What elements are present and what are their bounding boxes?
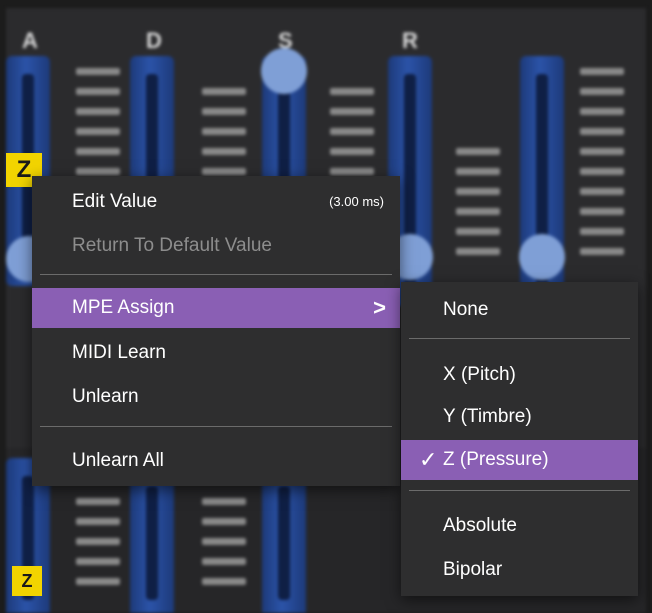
menu-item-unlearn-all[interactable]: Unlearn All	[32, 441, 400, 481]
column-label-a: A	[22, 28, 38, 53]
submenu-item-x-pitch[interactable]: X (Pitch)	[401, 355, 638, 395]
mpe-pressure-badge[interactable]: Z	[12, 566, 42, 596]
column-label-d: D	[146, 28, 162, 53]
menu-item-label: Bipolar	[443, 559, 503, 580]
extra-slider-knob[interactable]	[519, 234, 565, 280]
menu-item-label: Unlearn	[72, 386, 139, 407]
tick-marks	[580, 68, 624, 268]
chevron-right-icon: >	[373, 295, 386, 320]
menu-item-return-to-default: Return To Default Value	[32, 226, 400, 266]
menu-separator	[409, 490, 630, 491]
menu-item-edit-value[interactable]: Edit Value (3.00 ms)	[32, 182, 400, 222]
menu-item-mpe-assign[interactable]: MPE Assign >	[32, 288, 400, 328]
menu-item-label: Edit Value	[72, 191, 158, 212]
context-menu: Edit Value (3.00 ms) Return To Default V…	[32, 176, 400, 486]
menu-item-label: Y (Timbre)	[443, 406, 532, 427]
submenu-item-z-pressure[interactable]: ✓ Z (Pressure)	[401, 440, 638, 480]
menu-item-label: Unlearn All	[72, 450, 164, 471]
menu-separator	[40, 274, 392, 275]
lower-slider[interactable]	[130, 468, 174, 613]
menu-separator	[409, 338, 630, 339]
tick-marks	[76, 498, 120, 598]
checkmark-icon: ✓	[419, 447, 438, 472]
tick-marks	[202, 498, 246, 598]
menu-item-unlearn[interactable]: Unlearn	[32, 377, 400, 417]
submenu-item-y-timbre[interactable]: Y (Timbre)	[401, 397, 638, 437]
menu-item-label: X (Pitch)	[443, 364, 516, 385]
menu-item-label: MIDI Learn	[72, 342, 166, 363]
menu-item-midi-learn[interactable]: MIDI Learn	[32, 333, 400, 373]
submenu-item-none[interactable]: None	[401, 290, 638, 330]
menu-item-label: Absolute	[443, 515, 517, 536]
menu-item-label: Z (Pressure)	[443, 449, 549, 470]
menu-item-label: Return To Default Value	[72, 235, 272, 256]
menu-separator	[40, 426, 392, 427]
tick-marks	[456, 148, 500, 268]
column-label-r: R	[402, 28, 418, 53]
submenu-item-bipolar[interactable]: Bipolar	[401, 550, 638, 590]
menu-item-label: None	[443, 299, 489, 320]
lower-slider[interactable]	[262, 468, 306, 613]
mpe-assign-submenu: None X (Pitch) Y (Timbre) ✓ Z (Pressure)…	[401, 282, 638, 596]
sustain-slider-knob[interactable]	[261, 48, 307, 94]
current-value-readout: (3.00 ms)	[329, 194, 384, 209]
submenu-item-absolute[interactable]: Absolute	[401, 506, 638, 546]
menu-item-label: MPE Assign	[72, 297, 175, 318]
